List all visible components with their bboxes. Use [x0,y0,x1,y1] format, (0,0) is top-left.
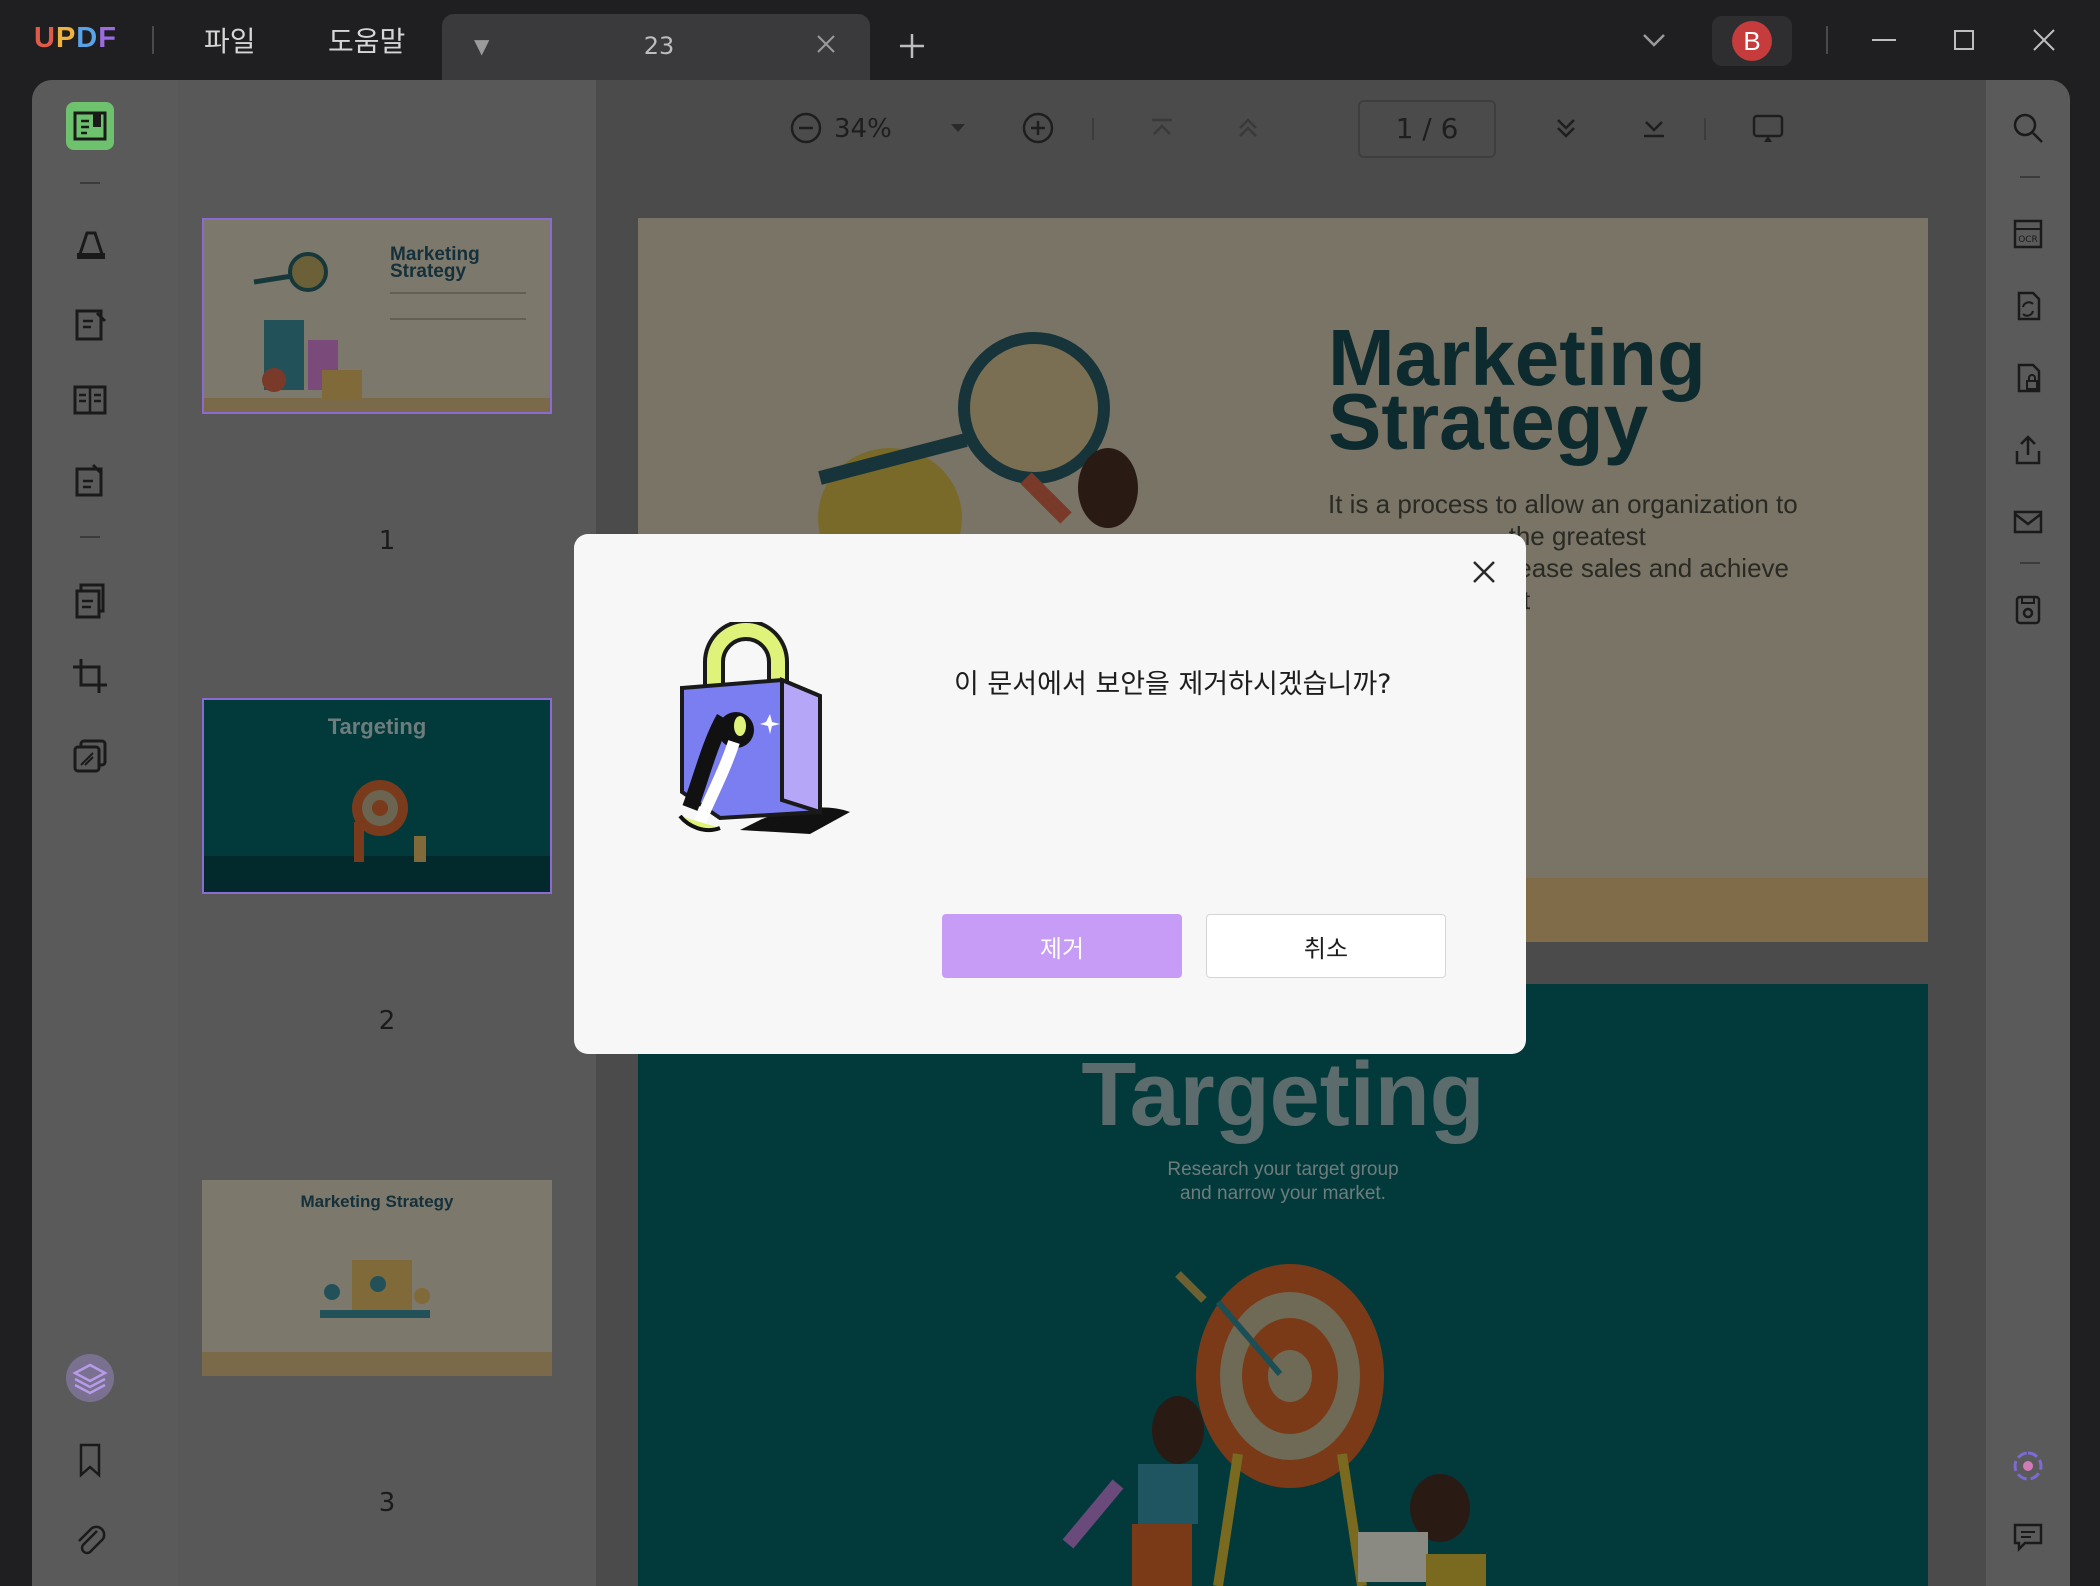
bookmark-icon[interactable] [66,1436,114,1484]
email-icon[interactable] [2000,494,2056,550]
svg-text:OCR: OCR [2018,235,2038,245]
menu-file[interactable]: 파일 [204,20,256,60]
menu-help[interactable]: 도움말 [328,20,405,60]
highlight-icon[interactable] [66,220,114,268]
thumbnail-title: Targeting [327,714,427,739]
dialog-question: 이 문서에서 보안을 제거하시겠습니까? [954,669,1392,700]
thumbnail-title: Marketing Strategy [300,1192,454,1211]
minimize-icon[interactable] [1866,22,1902,58]
divider [1704,118,1706,140]
remove-security-dialog: 이 문서에서 보안을 제거하시겠습니까? 제거 취소 [574,534,1526,1054]
thumbnail-page-1[interactable]: Marketing Strategy [202,218,552,414]
attachment-icon[interactable] [66,1514,114,1562]
comment-icon[interactable] [2000,1508,2056,1564]
close-dialog-icon[interactable] [1468,556,1500,588]
reader-mode-icon[interactable] [66,102,114,150]
protect-document-icon[interactable] [2000,350,2056,406]
target-illustration [1062,1264,1486,1586]
pdf-page-2: Targeting Research your target group and … [638,984,1928,1586]
thumbnail-page-2[interactable]: Targeting [202,698,552,894]
search-icon[interactable] [2000,100,2056,156]
zoom-level[interactable]: 34% [834,114,892,144]
ai-assistant-icon[interactable] [2000,1438,2056,1494]
chevron-down-icon[interactable] [1636,22,1672,58]
form-icon[interactable] [66,456,114,504]
tab-title: 23 [643,32,675,60]
view-toolbar: 34% 1 / 6 [596,80,1986,180]
title-bar: UPDF 파일 도움말 ▼ 23 B [0,0,2100,80]
divider [1092,118,1094,140]
thumbnail-body-lines [390,292,526,320]
divider [152,26,154,54]
zoom-out-icon[interactable] [786,108,826,148]
left-toolbar [32,80,178,1586]
close-tab-icon[interactable] [812,30,840,58]
divider [80,182,100,184]
divider [80,536,100,538]
layers-icon[interactable] [66,1354,114,1402]
page-number-3: 3 [378,1488,396,1518]
updf-logo: UPDF [34,22,117,54]
page-layout-icon[interactable] [66,376,114,424]
divider [2020,562,2040,564]
divider [2020,176,2040,178]
first-page-icon[interactable] [1142,108,1182,148]
page-number-2: 2 [378,1006,396,1036]
new-tab-icon[interactable] [894,28,930,64]
convert-icon[interactable] [2000,278,2056,334]
slideshow-icon[interactable] [1748,108,1788,148]
save-icon[interactable] [2000,582,2056,638]
thumbnail-page-3[interactable]: Marketing Strategy [202,1180,552,1376]
zoom-in-icon[interactable] [1018,108,1058,148]
ocr-icon[interactable]: OCR [2000,206,2056,262]
share-icon[interactable] [2000,422,2056,478]
thumbnail-title: Marketing Strategy [390,244,480,282]
page-indicator[interactable]: 1 / 6 [1358,100,1496,158]
last-page-icon[interactable] [1634,108,1674,148]
next-page-icon[interactable] [1546,108,1586,148]
page-number-1: 1 [378,526,396,556]
app-window: UPDF 파일 도움말 ▼ 23 B Marketing Strategy 1 … [0,0,2100,1586]
close-window-icon[interactable] [2026,22,2062,58]
protect-icon[interactable] [66,732,114,780]
divider [1826,26,1828,54]
right-toolbar: OCR [1986,80,2070,1586]
remove-button[interactable]: 제거 [942,914,1182,978]
document-tab[interactable]: ▼ 23 [442,14,870,80]
zoom-dropdown-icon[interactable] [938,108,978,148]
edit-pdf-icon[interactable] [66,300,114,348]
thumbnail-panel: Marketing Strategy 1 Targeting 2 Marketi… [178,80,596,1586]
cancel-button[interactable]: 취소 [1206,914,1446,978]
maximize-icon[interactable] [1946,22,1982,58]
crop-icon[interactable] [66,652,114,700]
previous-page-icon[interactable] [1228,108,1268,148]
organize-pages-icon[interactable] [66,576,114,624]
user-avatar[interactable]: B [1712,16,1792,66]
padlock-illustration [678,622,850,834]
page-title: Marketing Strategy [1328,313,1706,466]
